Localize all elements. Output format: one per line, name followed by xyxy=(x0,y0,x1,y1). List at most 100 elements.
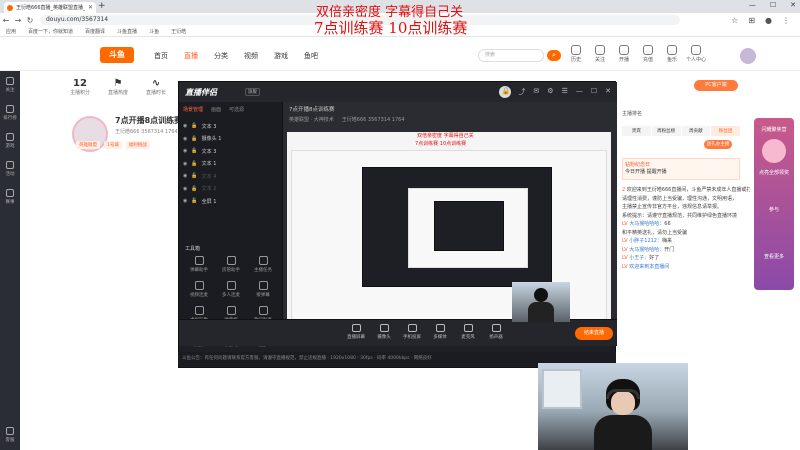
avatar[interactable] xyxy=(740,48,756,64)
tab-week-contrib[interactable]: 周贡献 xyxy=(681,126,711,136)
toolbox-item[interactable]: 房管助手 xyxy=(215,256,247,273)
sidebar-item-game[interactable]: 游戏 xyxy=(0,127,20,155)
source-item[interactable]: ◉ 🔓 摄像头 1 xyxy=(183,133,279,146)
unlock-icon[interactable]: 🔓 xyxy=(191,186,197,192)
tab-scene[interactable]: 场景管理 xyxy=(183,106,203,113)
search-input[interactable]: 搜索 xyxy=(478,49,544,62)
toolbox-item[interactable]: 主播任务 xyxy=(247,256,279,273)
unlock-icon[interactable]: 🔓 xyxy=(191,161,197,167)
nav-game[interactable]: 游戏 xyxy=(274,51,288,61)
nav-live[interactable]: 直播 xyxy=(184,51,198,61)
room-tag[interactable]: 福利挑战 xyxy=(125,141,150,149)
chat-username[interactable]: 大马猴哈哈哈： xyxy=(629,221,664,227)
nav-video[interactable]: 视频 xyxy=(244,51,258,61)
douyu-logo[interactable]: 斗鱼 xyxy=(100,47,134,63)
menu-icon[interactable]: ☰ xyxy=(562,87,568,97)
star-icon[interactable]: ☆ xyxy=(731,16,738,25)
recharge-icon[interactable]: 充值 xyxy=(638,45,658,63)
toolbox-item[interactable]: 多人连麦 xyxy=(215,281,247,298)
eye-icon[interactable]: ◉ xyxy=(183,148,187,154)
capture-tool[interactable]: 多媒体 xyxy=(429,324,451,340)
tab-vip[interactable]: 贵宾 xyxy=(622,126,651,136)
share-icon[interactable]: ⤴ xyxy=(518,87,525,97)
minimize-icon[interactable]: — xyxy=(749,1,756,9)
room-tag[interactable]: 1号城 xyxy=(104,141,122,149)
maximize-icon[interactable]: ☐ xyxy=(770,1,776,9)
capture-tool[interactable]: 摄像头 xyxy=(373,324,395,340)
tab-sources[interactable]: 可选源 xyxy=(229,106,244,113)
close-icon[interactable]: ✕ xyxy=(605,87,611,97)
source-item[interactable]: ◉ 🔓 全屏 1 xyxy=(183,195,279,208)
tab-week-fans[interactable]: 周粉丝榜 xyxy=(651,126,681,136)
capture-tool[interactable]: 直播屏幕 xyxy=(345,324,367,340)
lock-icon[interactable]: 🔒 xyxy=(502,87,511,97)
nav-home[interactable]: 首页 xyxy=(154,51,168,61)
sidebar-item-follow[interactable]: 关注 xyxy=(0,71,20,99)
source-item[interactable]: ◉ 🔓 文本 3 xyxy=(183,145,279,158)
bookmark[interactable]: 百度一下，你就知道 xyxy=(28,28,73,35)
bookmark[interactable]: 斗鱼 xyxy=(149,28,159,35)
source-item[interactable]: ◉ 🔓 文本 2 xyxy=(183,183,279,196)
bookmark[interactable]: 百度翻译 xyxy=(85,28,105,35)
end-live-button[interactable]: 结束直播 xyxy=(575,327,613,340)
nav-yuba[interactable]: 鱼吧 xyxy=(304,51,318,61)
chat-username[interactable]: 小王子： xyxy=(629,255,649,261)
eye-icon[interactable]: ◉ xyxy=(183,186,187,192)
close-window-icon[interactable]: ✕ xyxy=(790,1,796,9)
mail-icon[interactable]: ✉ xyxy=(533,87,539,97)
maximize-icon[interactable]: ☐ xyxy=(591,87,597,97)
capture-tool[interactable]: 麦克风 xyxy=(457,324,479,340)
browser-tab[interactable]: 王衍皓666直播_英雄联盟直播_... ✕ xyxy=(4,2,96,13)
chat-username[interactable]: 大马猴哈哈哈： xyxy=(629,247,664,253)
bookmark[interactable]: 王衍皓 xyxy=(171,28,186,35)
toolbox-item[interactable]: 接弹幕 xyxy=(247,281,279,298)
promo-more[interactable]: 查看更多 xyxy=(754,253,794,260)
toolbox-item[interactable]: 弹幕助手 xyxy=(183,256,215,273)
unlock-icon[interactable]: 🔓 xyxy=(191,123,197,129)
extensions-icon[interactable]: ⊞ xyxy=(748,16,755,25)
bookmark[interactable]: 应用 xyxy=(6,28,16,35)
history-icon[interactable]: 历史 xyxy=(566,45,586,63)
bookmark[interactable]: 斗鱼直播 xyxy=(117,28,137,35)
eye-icon[interactable]: ◉ xyxy=(183,173,187,179)
tab-canvas[interactable]: 画面 xyxy=(211,106,221,113)
back-icon[interactable]: ← xyxy=(0,16,12,25)
source-item[interactable]: ◉ 🔓 文本 4 xyxy=(183,170,279,183)
eye-icon[interactable]: ◉ xyxy=(183,123,187,129)
close-tab-icon[interactable]: ✕ xyxy=(88,4,93,11)
follow-icon[interactable]: 关注 xyxy=(590,45,610,63)
chat-username[interactable]: 小胖子1212： xyxy=(629,238,662,244)
user-center-icon[interactable]: 个人中心 xyxy=(686,45,706,63)
search-icon[interactable]: ⌕ xyxy=(547,50,561,61)
eye-icon[interactable]: ◉ xyxy=(183,136,187,142)
gift-button[interactable]: 送礼办主播 xyxy=(704,140,732,149)
nav-category[interactable]: 分类 xyxy=(214,51,228,61)
toolbox-item[interactable]: 视频连麦 xyxy=(183,281,215,298)
profile-icon[interactable]: ● xyxy=(765,16,772,25)
chat-username[interactable]: 欢迎来到本直播间 xyxy=(629,264,669,270)
minimize-icon[interactable]: — xyxy=(576,87,583,97)
sidebar-item-rank[interactable]: 排行榜 xyxy=(0,99,20,127)
unlock-icon[interactable]: 🔓 xyxy=(191,136,197,142)
room-tag[interactable]: 英雄联盟 xyxy=(76,141,100,149)
tab-fan-club[interactable]: 粉丝团 xyxy=(711,126,740,136)
forward-icon[interactable]: → xyxy=(12,16,24,25)
sidebar-item-events[interactable]: 赛事 xyxy=(0,183,20,211)
unlock-icon[interactable]: 🔓 xyxy=(191,173,197,179)
broadcast-icon[interactable]: 开播 xyxy=(614,45,634,63)
capture-tool[interactable]: 手机投屏 xyxy=(401,324,423,340)
menu-icon[interactable]: ⋮ xyxy=(782,16,790,25)
new-tab-button[interactable]: + xyxy=(98,1,106,11)
pc-client-button[interactable]: PC客户端 xyxy=(694,80,738,91)
reload-icon[interactable]: ↻ xyxy=(24,16,36,25)
promo-join[interactable]: 参与 xyxy=(754,206,794,213)
unlock-icon[interactable]: 🔓 xyxy=(191,198,197,204)
source-item[interactable]: ◉ 🔓 文本 3 xyxy=(183,120,279,133)
settings-icon[interactable]: ⚙ xyxy=(547,87,553,97)
eye-icon[interactable]: ◉ xyxy=(183,161,187,167)
capture-tool[interactable]: 扬声器 xyxy=(485,324,507,340)
unlock-icon[interactable]: 🔓 xyxy=(191,148,197,154)
fun-icon[interactable]: 鱼乐 xyxy=(662,45,682,63)
promo-banner[interactable]: 闪耀聚焦营 点亮全部领奖 参与 查看更多 xyxy=(754,118,794,290)
eye-icon[interactable]: ◉ xyxy=(183,198,187,204)
